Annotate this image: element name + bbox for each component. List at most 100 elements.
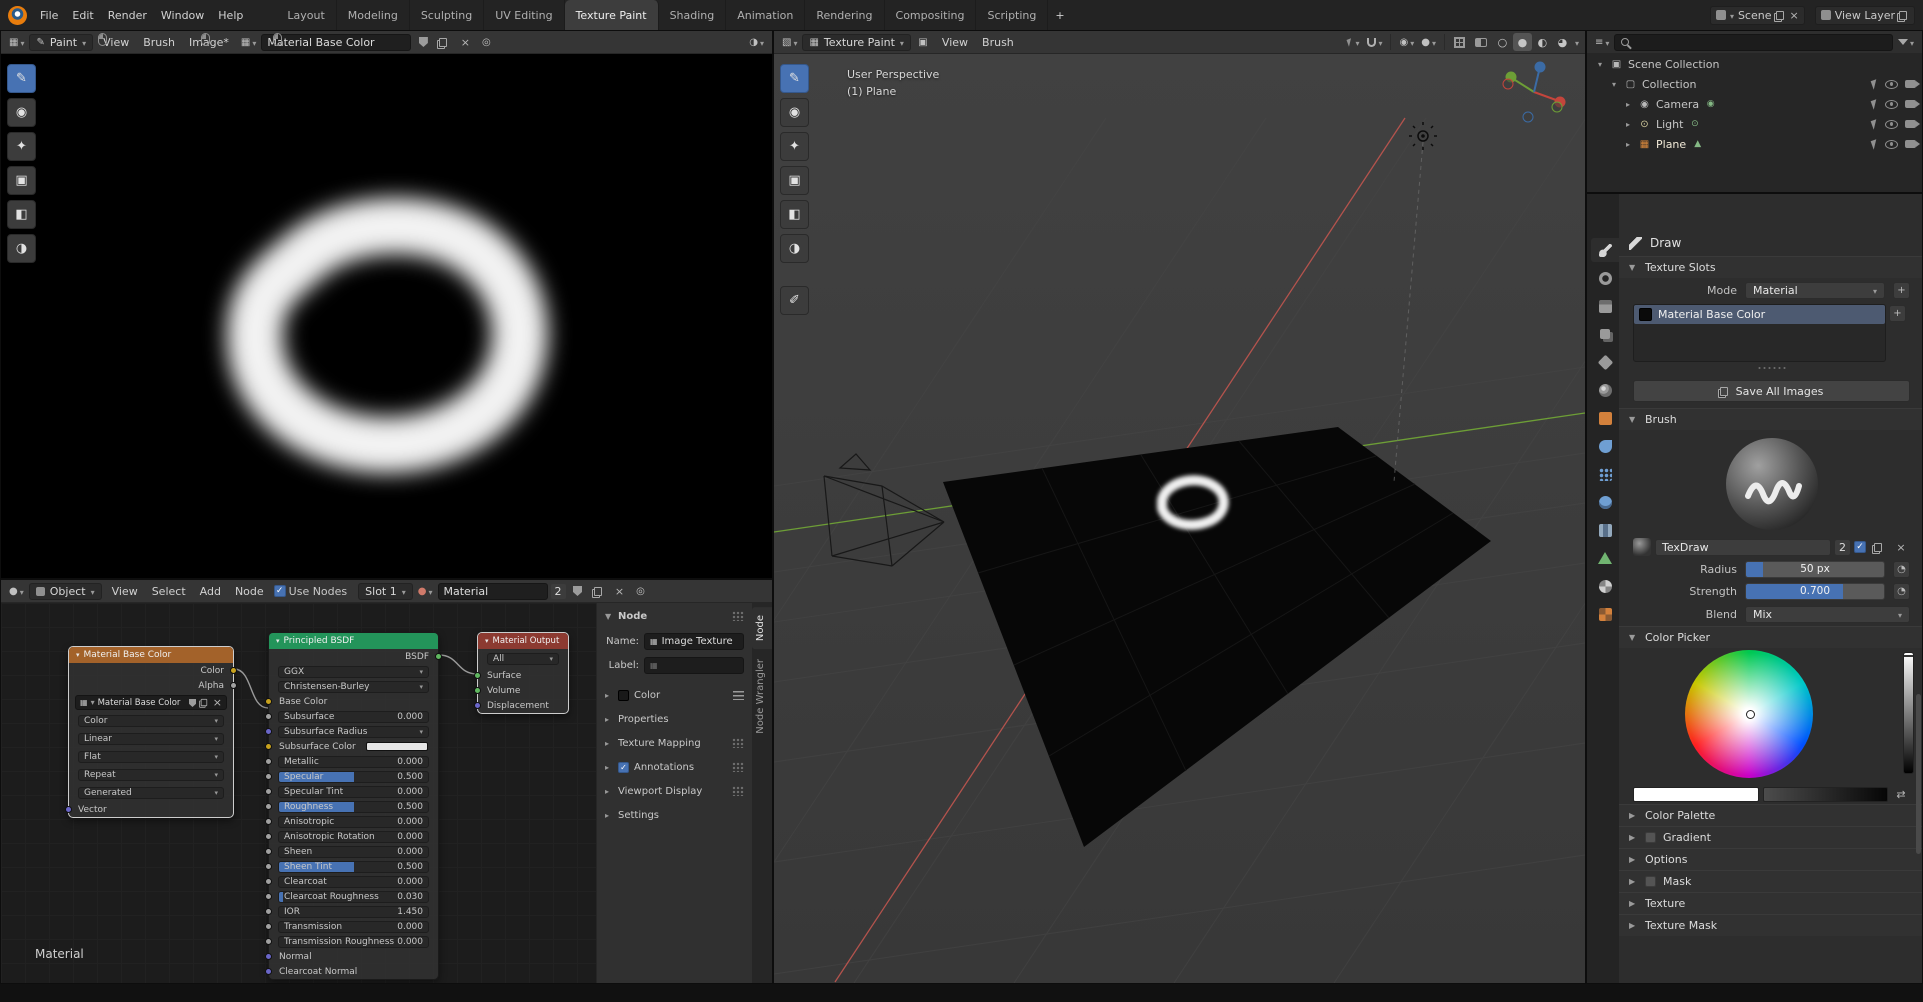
node-row[interactable]: Specular 0.500 [269,769,438,784]
render-toggle-icon[interactable] [1905,80,1916,88]
paint-mask-icon[interactable]: ▣ [914,33,932,51]
properties-tab[interactable] [1591,518,1619,542]
brush-preview[interactable] [1726,438,1818,530]
new-view-layer-icon[interactable] [1899,11,1907,20]
blender-logo-icon[interactable] [8,6,27,25]
editor-type-button[interactable]: ▦ [7,33,26,51]
node-header[interactable]: Material Base Color [69,647,233,663]
tool-button[interactable]: ✐ [780,286,809,315]
material-users-count[interactable]: 2 [551,584,566,599]
new-image-icon[interactable] [435,33,453,51]
material-output-node[interactable]: Material Output All Surface Volume Displ… [477,632,569,714]
new-scene-icon[interactable] [1776,11,1784,20]
add-workspace-button[interactable]: + [1048,7,1071,24]
pin-icon[interactable]: ◎ [477,33,495,51]
value-slider[interactable] [1903,652,1914,774]
outliner-search-input[interactable] [1614,34,1893,51]
menu-item[interactable]: Edit [65,7,100,24]
pin-icon[interactable]: ◎ [632,582,650,600]
node-input-displacement[interactable]: Displacement [478,698,568,713]
tool-button[interactable]: ✎ [7,64,36,93]
fake-user-icon[interactable] [189,699,196,707]
resize-grip[interactable] [1619,362,1923,374]
new-brush-icon[interactable] [1870,538,1888,556]
menu-item[interactable]: View [105,583,145,600]
node-row[interactable]: Subsurface Radius [269,724,438,739]
input-socket[interactable] [265,803,272,810]
tool-button[interactable]: ▣ [7,166,36,195]
input-socket[interactable] [265,743,272,750]
node-name-field[interactable]: ▦Image Texture [644,633,744,650]
node-label-field[interactable]: ▦ [644,657,744,674]
input-socket[interactable] [265,698,272,705]
input-socket[interactable] [265,923,272,930]
properties-tab[interactable] [1591,546,1619,570]
menu-item[interactable]: Help [211,7,250,24]
tool-button[interactable]: ✎ [780,64,809,93]
bsdf-socket[interactable] [435,653,442,660]
shading-mode-button[interactable]: ◐ [1533,33,1552,51]
strength-slider[interactable]: 0.700 [1745,583,1885,600]
view-layer-selector[interactable]: View Layer [1815,6,1915,25]
output-target-dropdown[interactable]: All [478,649,568,668]
disclosure-icon[interactable]: ▾ [1609,80,1619,89]
node-dropdown[interactable]: Flat [69,748,233,766]
input-socket[interactable] [265,908,272,915]
viewport-canvas[interactable]: User Perspective (1) Plane ✎◉✦▣◧◑✐ [774,54,1585,983]
node-row[interactable]: Subsurface 0.000 [269,709,438,724]
menu-item[interactable]: Brush [136,34,182,51]
close-icon[interactable] [1790,9,1799,22]
brush-name-field[interactable]: TexDraw [1655,539,1831,556]
input-socket[interactable] [265,713,272,720]
object-name[interactable]: Light [1656,118,1683,131]
image-name-field[interactable]: Material Base Color [261,34,411,51]
shading-mode-button[interactable]: ◕ [1553,33,1572,51]
secondary-color-swatch[interactable] [1763,787,1889,802]
properties-tab[interactable] [1591,602,1619,626]
input-socket[interactable] [265,773,272,780]
snap-magnet-icon[interactable] [1365,33,1384,51]
overlays-toggle[interactable]: ● [1419,33,1438,51]
node-row[interactable]: Sheen Tint 0.500 [269,859,438,874]
material-name-field[interactable]: Material [438,583,548,600]
workspace-tab[interactable]: Layout [276,0,336,30]
node-row[interactable]: Specular Tint 0.000 [269,784,438,799]
filter-button[interactable] [1896,33,1916,51]
node-row[interactable]: Clearcoat Normal [269,964,438,979]
volume-socket[interactable] [474,687,481,694]
node-row[interactable]: Roughness 0.500 [269,799,438,814]
scrollbar[interactable] [1916,694,1921,854]
brush-users-count[interactable]: 2 [1835,540,1850,555]
node-input-vector[interactable]: Vector [69,802,233,817]
blend-dropdown[interactable]: Mix [1745,606,1910,623]
input-socket[interactable] [265,938,272,945]
editor-type-button[interactable]: ▧ [780,33,799,51]
drag-grip-icon[interactable] [732,738,744,748]
menu-item[interactable]: Node [228,583,271,600]
sidebar-section-header[interactable]: ▸ Color [597,683,752,707]
outliner-row[interactable]: ▾ ▣ Scene Collection [1587,54,1922,74]
shading-options-chevron[interactable] [1575,36,1579,49]
color-swatch[interactable] [618,690,629,701]
tool-button[interactable]: ◧ [7,200,36,229]
workspace-tab[interactable]: Modeling [337,0,410,30]
node-row[interactable]: Metallic 0.000 [269,754,438,769]
menu-item[interactable]: Select [145,583,193,600]
xray-toggle[interactable] [1451,33,1469,51]
tool-button[interactable]: ◧ [780,200,809,229]
node-dropdown[interactable]: Repeat [69,766,233,784]
fake-user-icon[interactable] [414,33,432,51]
sidebar-tab[interactable]: Node Wrangler [752,651,772,742]
tool-button[interactable]: ▣ [780,166,809,195]
selectable-toggle-icon[interactable] [1871,139,1880,150]
hide-toggle-icon[interactable] [1885,120,1898,129]
menu-item[interactable]: Window [154,7,211,24]
properties-tab[interactable] [1591,406,1619,430]
workspace-tab[interactable]: Compositing [885,0,977,30]
radius-slider[interactable]: 50 px [1745,561,1885,578]
disclosure-icon[interactable]: ▾ [1595,60,1605,69]
new-slot-button[interactable]: + [1889,305,1906,322]
add-slot-button[interactable]: + [1893,282,1910,299]
input-socket[interactable] [265,953,272,960]
drag-grip-icon[interactable] [732,762,744,772]
